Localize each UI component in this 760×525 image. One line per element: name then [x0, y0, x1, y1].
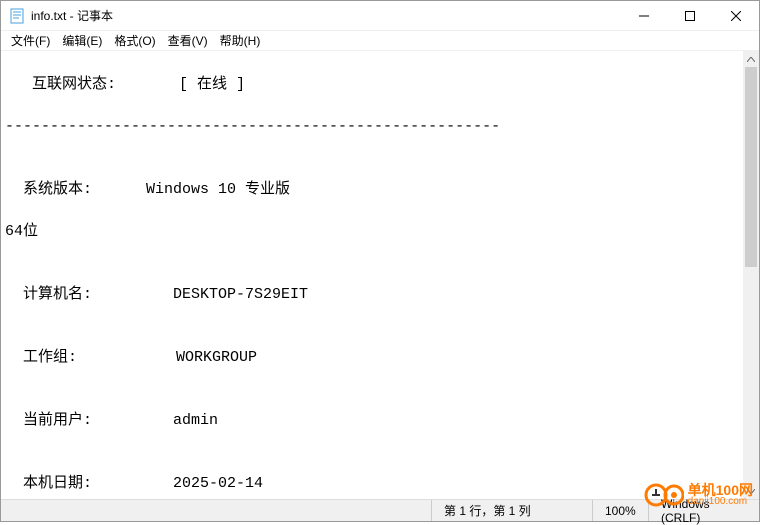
- chevron-up-icon: [747, 57, 755, 62]
- status-zoom: 100%: [593, 500, 648, 521]
- minimize-icon: [639, 11, 649, 21]
- scroll-thumb[interactable]: [745, 67, 757, 267]
- content-wrapper: 互联网状态: [ 在线 ] --------------------------…: [1, 51, 759, 499]
- minimize-button[interactable]: [621, 1, 667, 30]
- scroll-track[interactable]: [743, 67, 759, 483]
- status-position: 第 1 行，第 1 列: [432, 500, 592, 521]
- text-line: 64位: [5, 221, 739, 242]
- chevron-down-icon: [747, 489, 755, 494]
- menu-format[interactable]: 格式(O): [108, 30, 161, 51]
- menubar: 文件(F) 编辑(E) 格式(O) 查看(V) 帮助(H): [1, 31, 759, 51]
- status-encoding: Windows (CRLF): [649, 500, 759, 521]
- text-line: 本机日期: 2025-02-14: [5, 473, 739, 494]
- close-button[interactable]: [713, 1, 759, 30]
- menu-file[interactable]: 文件(F): [5, 30, 56, 51]
- vertical-scrollbar[interactable]: [743, 51, 759, 499]
- window-controls: [621, 1, 759, 30]
- titlebar: info.txt - 记事本: [1, 1, 759, 31]
- notepad-icon: [9, 8, 25, 24]
- close-icon: [731, 11, 741, 21]
- window-title: info.txt - 记事本: [31, 7, 621, 24]
- text-line: 系统版本: Windows 10 专业版: [5, 179, 739, 200]
- text-line: 互联网状态: [ 在线 ]: [5, 74, 739, 95]
- text-content[interactable]: 互联网状态: [ 在线 ] --------------------------…: [1, 51, 743, 499]
- maximize-icon: [685, 11, 695, 21]
- status-spacer: [1, 500, 431, 521]
- text-line: 工作组: WORKGROUP: [5, 347, 739, 368]
- text-line: 计算机名: DESKTOP-7S29EIT: [5, 284, 739, 305]
- text-line: ----------------------------------------…: [5, 116, 739, 137]
- statusbar: 第 1 行，第 1 列 100% Windows (CRLF): [1, 499, 759, 521]
- scroll-up-button[interactable]: [743, 51, 759, 67]
- text-line: 当前用户: admin: [5, 410, 739, 431]
- menu-help[interactable]: 帮助(H): [214, 30, 267, 51]
- menu-edit[interactable]: 编辑(E): [56, 30, 108, 51]
- maximize-button[interactable]: [667, 1, 713, 30]
- menu-view[interactable]: 查看(V): [162, 30, 214, 51]
